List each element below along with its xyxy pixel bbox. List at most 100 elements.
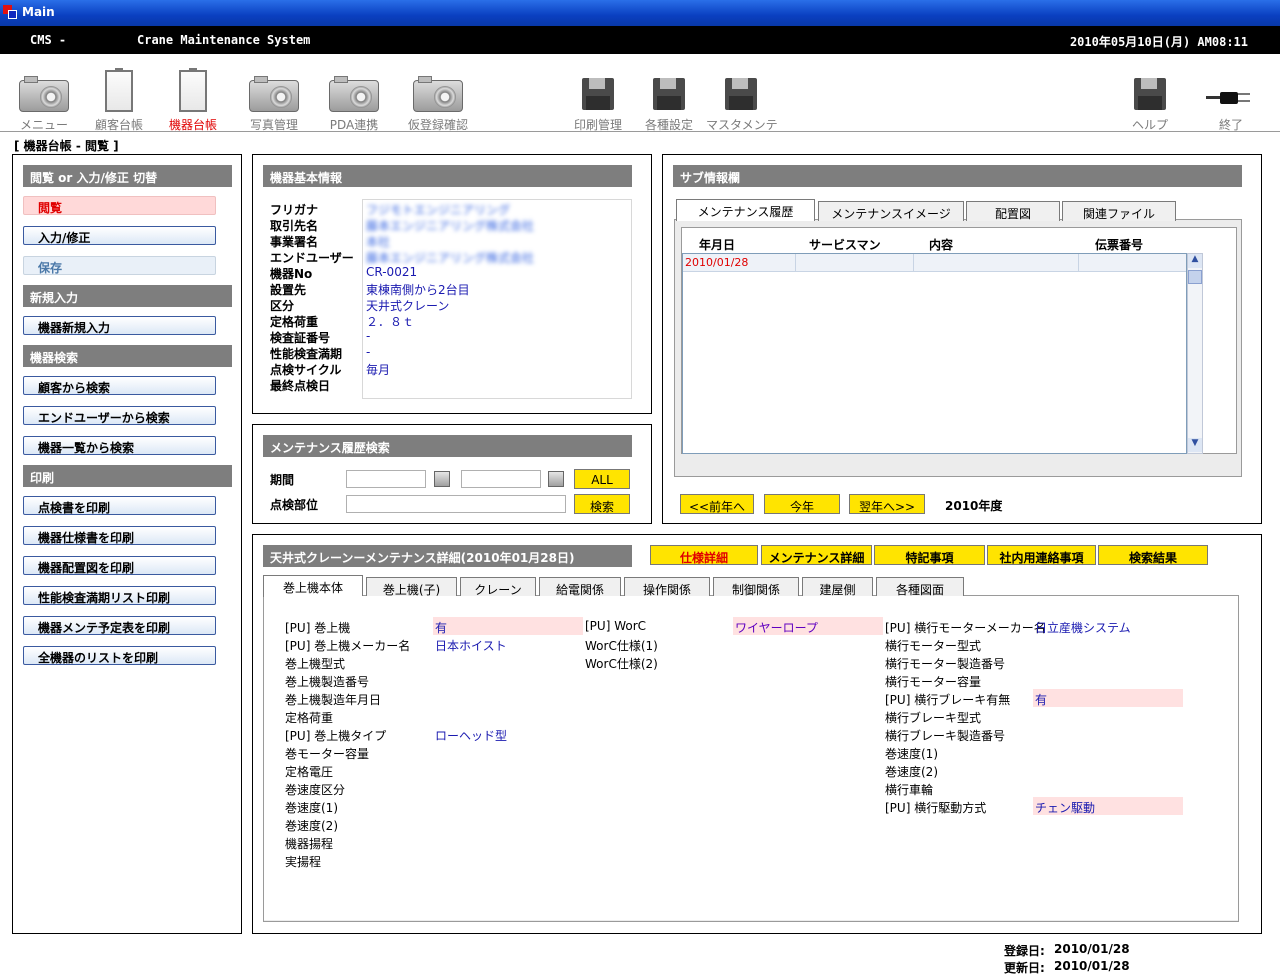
tab-building[interactable]: 建屋側 (802, 577, 873, 597)
field-value[interactable] (733, 635, 883, 653)
period-end-input[interactable] (461, 470, 541, 488)
special-notes-button[interactable]: 特記事項 (874, 545, 985, 565)
toolbar-help-button[interactable]: ヘルプ (1115, 70, 1185, 133)
field-value[interactable] (1033, 635, 1183, 653)
field-value[interactable]: 日立産機システム (1033, 617, 1183, 635)
print-spec-button[interactable]: 機器仕様書を印刷 (23, 526, 216, 545)
field-value[interactable] (433, 815, 583, 833)
tab-maintenance-history[interactable]: メンテナンス履歴 (676, 199, 815, 221)
edit-mode-button[interactable]: 入力/修正 (23, 226, 216, 245)
field-value[interactable]: 有 (433, 617, 583, 635)
field-value[interactable] (433, 761, 583, 779)
field-value[interactable] (433, 851, 583, 869)
window-title: Main (22, 5, 55, 19)
toolbar-print-button[interactable]: 印刷管理 (563, 70, 633, 133)
maintenance-search-panel: メンテナンス履歴検索 期間 ALL 点検部位 検索 (252, 424, 652, 524)
toolbar-settings-button[interactable]: 各種設定 (634, 70, 704, 133)
field-value[interactable] (433, 671, 583, 689)
tab-hoist-sub[interactable]: 巻上機(子) (366, 577, 457, 597)
part-input[interactable] (346, 495, 566, 513)
print-all-list-button[interactable]: 全機器のリストを印刷 (23, 646, 216, 665)
scroll-up-icon[interactable]: ▲ (1188, 254, 1202, 268)
toolbar-menu-button[interactable]: メニュー (9, 70, 79, 133)
toolbar-customer-ledger-button[interactable]: 顧客台帳 (84, 68, 154, 133)
field-value[interactable]: 有 (1033, 689, 1183, 707)
spec-detail-button[interactable]: 仕様詳細 (650, 545, 758, 565)
tab-related-files[interactable]: 関連ファイル (1062, 201, 1176, 221)
field-value[interactable] (433, 707, 583, 725)
internal-notes-button[interactable]: 社内用連絡事項 (987, 545, 1096, 565)
registered-date: 2010/01/28 (1054, 942, 1130, 956)
field-value[interactable] (433, 797, 583, 815)
tab-operation[interactable]: 操作関係 (624, 577, 710, 597)
field-value[interactable] (1033, 707, 1183, 725)
maintenance-search-header: メンテナンス履歴検索 (263, 435, 632, 457)
field-value[interactable] (433, 653, 583, 671)
field-value[interactable] (433, 779, 583, 797)
prev-year-button[interactable]: <<前年へ (680, 494, 754, 514)
cert-no-label: 検査証番号 (270, 331, 331, 345)
card-icon (179, 68, 207, 112)
field-value[interactable] (433, 689, 583, 707)
field-value[interactable]: 日本ホイスト (433, 635, 583, 653)
next-year-button[interactable]: 翌年へ>> (849, 494, 925, 514)
tab-power-supply[interactable]: 給電関係 (539, 577, 621, 597)
toolbar-label: メニュー (19, 118, 68, 132)
tab-crane[interactable]: クレーン (460, 577, 536, 597)
toolbar-label: PDA連携 (329, 118, 379, 132)
toolbar-equipment-ledger-button[interactable]: 機器台帳 (158, 68, 228, 133)
save-button[interactable]: 保存 (23, 256, 216, 275)
search-button[interactable]: 検索 (574, 494, 630, 514)
field-value[interactable] (433, 833, 583, 851)
tab-maintenance-image[interactable]: メンテナンスイメージ (818, 201, 964, 221)
field-value[interactable] (1033, 671, 1183, 689)
toolbar-exit-button[interactable]: 終了 (1196, 70, 1266, 133)
search-by-customer-button[interactable]: 顧客から検索 (23, 376, 216, 395)
search-results-button[interactable]: 検索結果 (1098, 545, 1208, 565)
table-row[interactable]: 2010/01/28 (683, 254, 1186, 272)
field-value[interactable] (1033, 725, 1183, 743)
this-year-button[interactable]: 今年 (764, 494, 840, 514)
search-by-enduser-button[interactable]: エンドユーザーから検索 (23, 406, 216, 425)
field-value[interactable] (433, 743, 583, 761)
search-by-list-button[interactable]: 機器一覧から検索 (23, 436, 216, 455)
maintenance-detail-button[interactable]: メンテナンス詳細 (761, 545, 872, 565)
new-equipment-button[interactable]: 機器新規入力 (23, 316, 216, 335)
field-label: WorC仕様(1) (585, 639, 658, 653)
field-value[interactable] (1033, 653, 1183, 671)
print-schedule-button[interactable]: 機器メンテ予定表を印刷 (23, 616, 216, 635)
tab-control[interactable]: 制御関係 (713, 577, 799, 597)
history-list[interactable]: 2010/01/28 (682, 253, 1187, 454)
calendar-icon[interactable] (548, 471, 564, 487)
camera-icon (329, 76, 379, 112)
field-value[interactable] (1033, 779, 1183, 797)
scroll-thumb[interactable] (1188, 270, 1202, 284)
print-inspection-button[interactable]: 点検書を印刷 (23, 496, 216, 515)
plug-icon (1206, 92, 1256, 104)
tab-drawings[interactable]: 各種図面 (876, 577, 964, 597)
tab-layout[interactable]: 配置図 (966, 201, 1060, 221)
period-start-input[interactable] (346, 470, 426, 488)
inspection-cycle-label: 点検サイクル (270, 363, 342, 377)
view-mode-button[interactable]: 閲覧 (23, 196, 216, 215)
toolbar-master-button[interactable]: マスタメンテ (706, 70, 778, 133)
calendar-icon[interactable] (434, 471, 450, 487)
field-value[interactable]: チェン駆動 (1033, 797, 1183, 815)
field-value[interactable]: ワイヤーロープ (733, 617, 883, 635)
scroll-down-icon[interactable]: ▼ (1188, 438, 1202, 452)
toolbar-photo-button[interactable]: 写真管理 (239, 70, 309, 133)
all-button[interactable]: ALL (574, 469, 630, 489)
toolbar-temp-register-button[interactable]: 仮登録確認 (403, 70, 473, 133)
field-label: 横行ブレーキ型式 (885, 711, 982, 725)
toolbar-pda-button[interactable]: PDA連携 (319, 70, 389, 133)
field-value[interactable] (1033, 761, 1183, 779)
field-value[interactable]: ローヘッド型 (433, 725, 583, 743)
print-layout-button[interactable]: 機器配置図を印刷 (23, 556, 216, 575)
vertical-scrollbar[interactable]: ▲ ▼ (1187, 253, 1203, 454)
field-value[interactable] (733, 653, 883, 671)
field-label: 横行モーター容量 (885, 675, 982, 689)
field-value[interactable] (1033, 743, 1183, 761)
tab-hoist-main[interactable]: 巻上機本体 (263, 575, 363, 597)
print-expiry-list-button[interactable]: 性能検査満期リスト印刷 (23, 586, 216, 605)
toolbar-label: ヘルプ (1131, 118, 1168, 132)
